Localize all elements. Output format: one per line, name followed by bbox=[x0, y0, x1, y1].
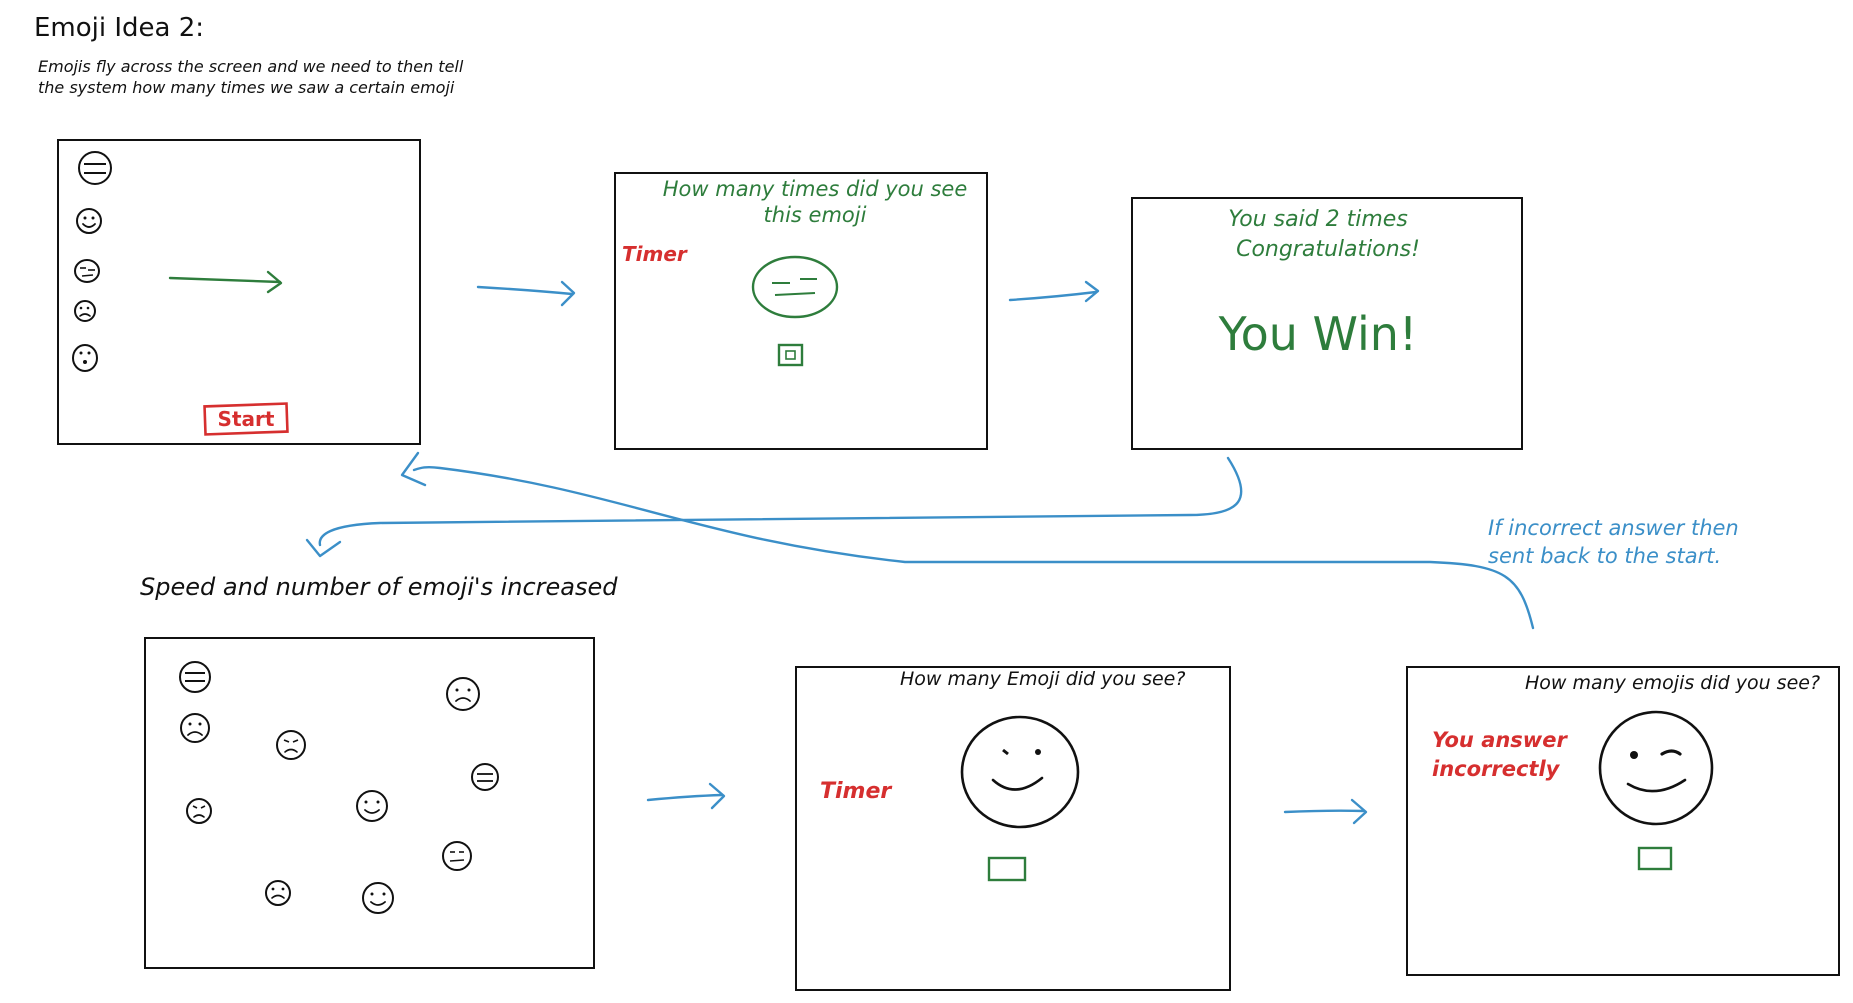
flow-arrow-1 bbox=[476, 280, 576, 307]
emoji-frown-icon bbox=[446, 677, 480, 711]
emoji-angry-icon bbox=[186, 798, 212, 824]
emoji-frown-icon bbox=[265, 880, 291, 906]
sketch-description: Emojis fly across the screen and we need… bbox=[38, 57, 464, 97]
panel-win-screen: You said 2 times Congratulations! You Wi… bbox=[1131, 197, 1523, 450]
flow-arrow-3 bbox=[646, 782, 726, 810]
incorrect-answer-text: You answer incorrectly bbox=[1432, 728, 1567, 781]
emoji-smile-icon bbox=[362, 882, 394, 914]
sketch-title: Emoji Idea 2: bbox=[34, 13, 204, 43]
panel-question-screen: How many times did you see this emoji Ti… bbox=[614, 172, 988, 450]
target-emoji-icon bbox=[751, 255, 839, 319]
emoji-neutral-icon bbox=[179, 661, 211, 693]
emoji-frown-icon bbox=[180, 713, 210, 743]
flow-arrow-2 bbox=[1008, 280, 1100, 303]
question-text: How many times did you see this emoji bbox=[662, 177, 968, 227]
emoji-neutral-icon bbox=[78, 151, 112, 185]
emoji-surprised-icon bbox=[72, 344, 98, 372]
fly-direction-arrow bbox=[168, 270, 283, 294]
target-emoji-icon bbox=[1598, 710, 1714, 826]
emoji-neutral-icon bbox=[471, 763, 499, 791]
panel-incorrect-screen: How many emojis did you see? You answer … bbox=[1406, 666, 1840, 976]
flow-arrow-4 bbox=[1283, 798, 1368, 825]
panel-harder-level bbox=[144, 637, 595, 969]
question-text: How many Emoji did you see? bbox=[900, 668, 1186, 690]
loop-arrow-back-to-start bbox=[400, 451, 1535, 630]
said-text: You said 2 times bbox=[1228, 207, 1408, 232]
congrats-text: Congratulations! bbox=[1236, 237, 1420, 262]
difficulty-note: Speed and number of emoji's increased bbox=[140, 573, 618, 601]
emoji-smile-icon bbox=[76, 208, 102, 234]
panel-start-screen: Start bbox=[57, 139, 421, 445]
emoji-angry-icon bbox=[276, 730, 306, 760]
panel-question-screen-2: How many Emoji did you see? Timer bbox=[795, 666, 1231, 991]
incorrect-answer-note: If incorrect answer then sent back to th… bbox=[1488, 516, 1739, 568]
emoji-game-sketch: Emoji Idea 2: Emojis fly across the scre… bbox=[34, 13, 1840, 991]
timer-label: Timer bbox=[820, 779, 892, 804]
emoji-meh-icon bbox=[74, 259, 100, 283]
win-text: You Win! bbox=[1218, 307, 1418, 361]
emoji-meh-icon bbox=[442, 841, 472, 871]
answer-input[interactable] bbox=[777, 343, 804, 367]
emoji-frown-icon bbox=[74, 300, 96, 322]
answer-input[interactable] bbox=[987, 856, 1027, 882]
emoji-smile-icon bbox=[356, 790, 388, 822]
target-emoji-icon bbox=[960, 715, 1080, 829]
timer-label: Timer bbox=[622, 242, 688, 266]
start-button-label: Start bbox=[218, 407, 275, 431]
question-text: How many emojis did you see? bbox=[1525, 672, 1821, 694]
answer-input[interactable] bbox=[1637, 846, 1673, 871]
start-button[interactable]: Start bbox=[203, 402, 289, 436]
